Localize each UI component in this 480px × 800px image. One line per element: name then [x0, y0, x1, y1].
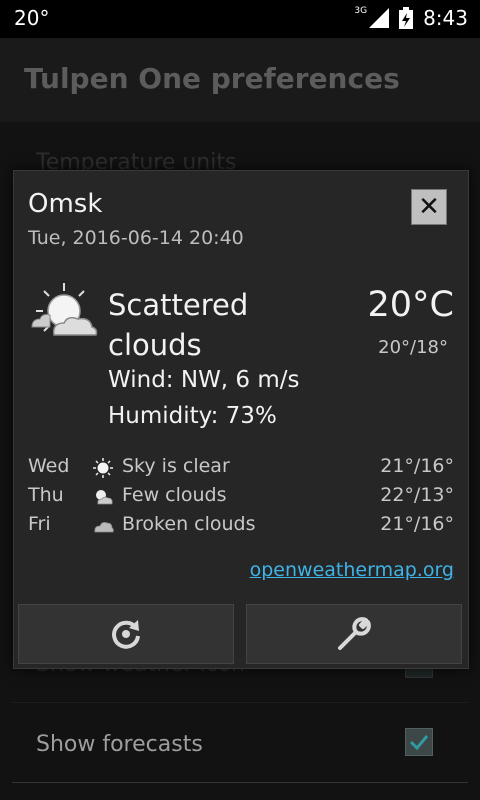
settings-button[interactable] [246, 604, 462, 664]
humidity-info: Humidity: 73% [108, 403, 277, 429]
show-forecasts-checkbox[interactable] [405, 728, 433, 756]
few-clouds-icon [96, 490, 113, 505]
forecast-row: Wed Sky is clear 21°/16° [28, 455, 454, 483]
refresh-icon [112, 620, 140, 649]
forecast-condition: Sky is clear [122, 455, 230, 477]
wrench-icon [338, 617, 371, 650]
forecast-temperature: 21°/16° [380, 513, 454, 535]
forecast-condition: Broken clouds [122, 513, 256, 535]
divider [12, 782, 468, 783]
current-temperature: 20°C [367, 285, 454, 325]
openweathermap-link[interactable]: openweathermap.org [250, 559, 454, 581]
wind-info: Wind: NW, 6 m/s [108, 367, 300, 393]
pref-show-forecasts[interactable]: Show forecasts [36, 732, 203, 757]
status-icons: 3G 8:43 [354, 6, 468, 30]
network-type-label: 3G [354, 6, 368, 16]
forecast-row: Thu Few clouds 22°/13° [28, 484, 454, 512]
sun-icon [93, 458, 113, 478]
forecast-row: Fri Broken clouds 21°/16° [28, 513, 454, 541]
forecast-day: Thu [28, 484, 64, 506]
current-condition: Scattered clouds [108, 288, 249, 362]
forecast-day: Wed [28, 455, 70, 477]
close-button[interactable]: ✕ [411, 189, 447, 225]
weather-dialog: Omsk Tue, 2016-06-14 20:40 ✕ Scattered c… [13, 170, 469, 669]
forecast-condition: Few clouds [122, 484, 227, 506]
broken-clouds-icon [94, 522, 114, 533]
checkmark-icon [409, 735, 429, 751]
close-icon: ✕ [418, 192, 440, 222]
refresh-button[interactable] [18, 604, 234, 664]
city-name: Omsk [28, 189, 103, 219]
scattered-clouds-icon [31, 283, 98, 336]
observation-datetime: Tue, 2016-06-14 20:40 [28, 227, 244, 249]
battery-charging-icon [399, 7, 414, 29]
forecast-temperature: 21°/16° [380, 455, 454, 477]
signal-icon [369, 8, 390, 28]
status-temperature: 20° [14, 6, 50, 30]
status-time: 8:43 [423, 6, 468, 30]
app-title: Tulpen One preferences [24, 62, 400, 95]
temperature-range: 20°/18° [378, 337, 448, 358]
status-bar: 20° 3G 8:43 [0, 0, 480, 38]
forecast-temperature: 22°/13° [380, 484, 454, 506]
app-bar: Tulpen One preferences [0, 38, 480, 122]
forecast-day: Fri [28, 513, 51, 535]
